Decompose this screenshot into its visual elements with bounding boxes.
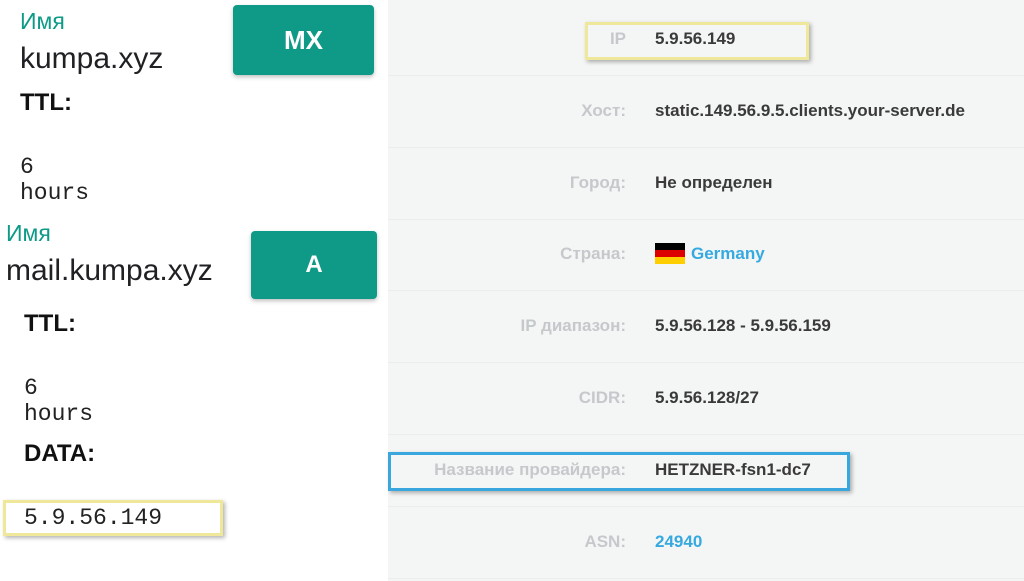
info-value: Не определен — [655, 173, 773, 192]
info-row-cidr: CIDR: 5.9.56.128/27 — [388, 362, 1024, 435]
info-key: IP диапазон: — [520, 316, 626, 335]
ip-highlight — [585, 22, 809, 60]
germany-flag-icon — [655, 242, 685, 264]
country-link[interactable]: Germany — [655, 218, 765, 290]
info-value: 5.9.56.128 - 5.9.56.159 — [655, 316, 831, 335]
info-key: Страна: — [560, 244, 626, 263]
ip-info-panel: IP 5.9.56.149 Хост: static.149.56.9.5.cl… — [388, 0, 1024, 581]
ttl-value: 6 hours — [20, 154, 90, 206]
country-name[interactable]: Germany — [691, 244, 765, 263]
record-name: mail.kumpa.xyz — [6, 254, 213, 287]
record-type-badge[interactable]: MX — [233, 5, 374, 75]
record-name-label: Имя — [6, 220, 51, 246]
data-value: 5.9.56.149 — [24, 505, 163, 531]
info-key: ASN: — [584, 532, 626, 551]
info-row-ip-range: IP диапазон: 5.9.56.128 - 5.9.56.159 — [388, 290, 1024, 363]
ttl-value: 6 hours — [24, 375, 94, 427]
dns-records-panel: Имя kumpa.xyz MX TTL: 6 hours Имя mail.k… — [0, 0, 388, 581]
record-type-badge[interactable]: A — [251, 231, 377, 299]
info-row-country: Страна: Germany — [388, 218, 1024, 291]
info-value: static.149.56.9.5.clients.your-server.de — [655, 101, 965, 120]
ttl-label: TTL: — [24, 310, 76, 337]
record-name-label: Имя — [20, 8, 65, 34]
provider-highlight — [388, 452, 850, 491]
ttl-label: TTL: — [20, 89, 72, 116]
info-key: Город: — [569, 173, 626, 192]
info-key: CIDR: — [578, 388, 626, 407]
info-value: 5.9.56.128/27 — [655, 388, 759, 407]
asn-link[interactable]: 24940 — [655, 506, 702, 578]
info-row-host: Хост: static.149.56.9.5.clients.your-ser… — [388, 75, 1024, 148]
record-name: kumpa.xyz — [20, 42, 164, 75]
info-row-asn: ASN: 24940 — [388, 506, 1024, 579]
info-row-city: Город: Не определен — [388, 147, 1024, 220]
info-key: Хост: — [581, 101, 626, 120]
data-label: DATA: — [24, 440, 96, 467]
